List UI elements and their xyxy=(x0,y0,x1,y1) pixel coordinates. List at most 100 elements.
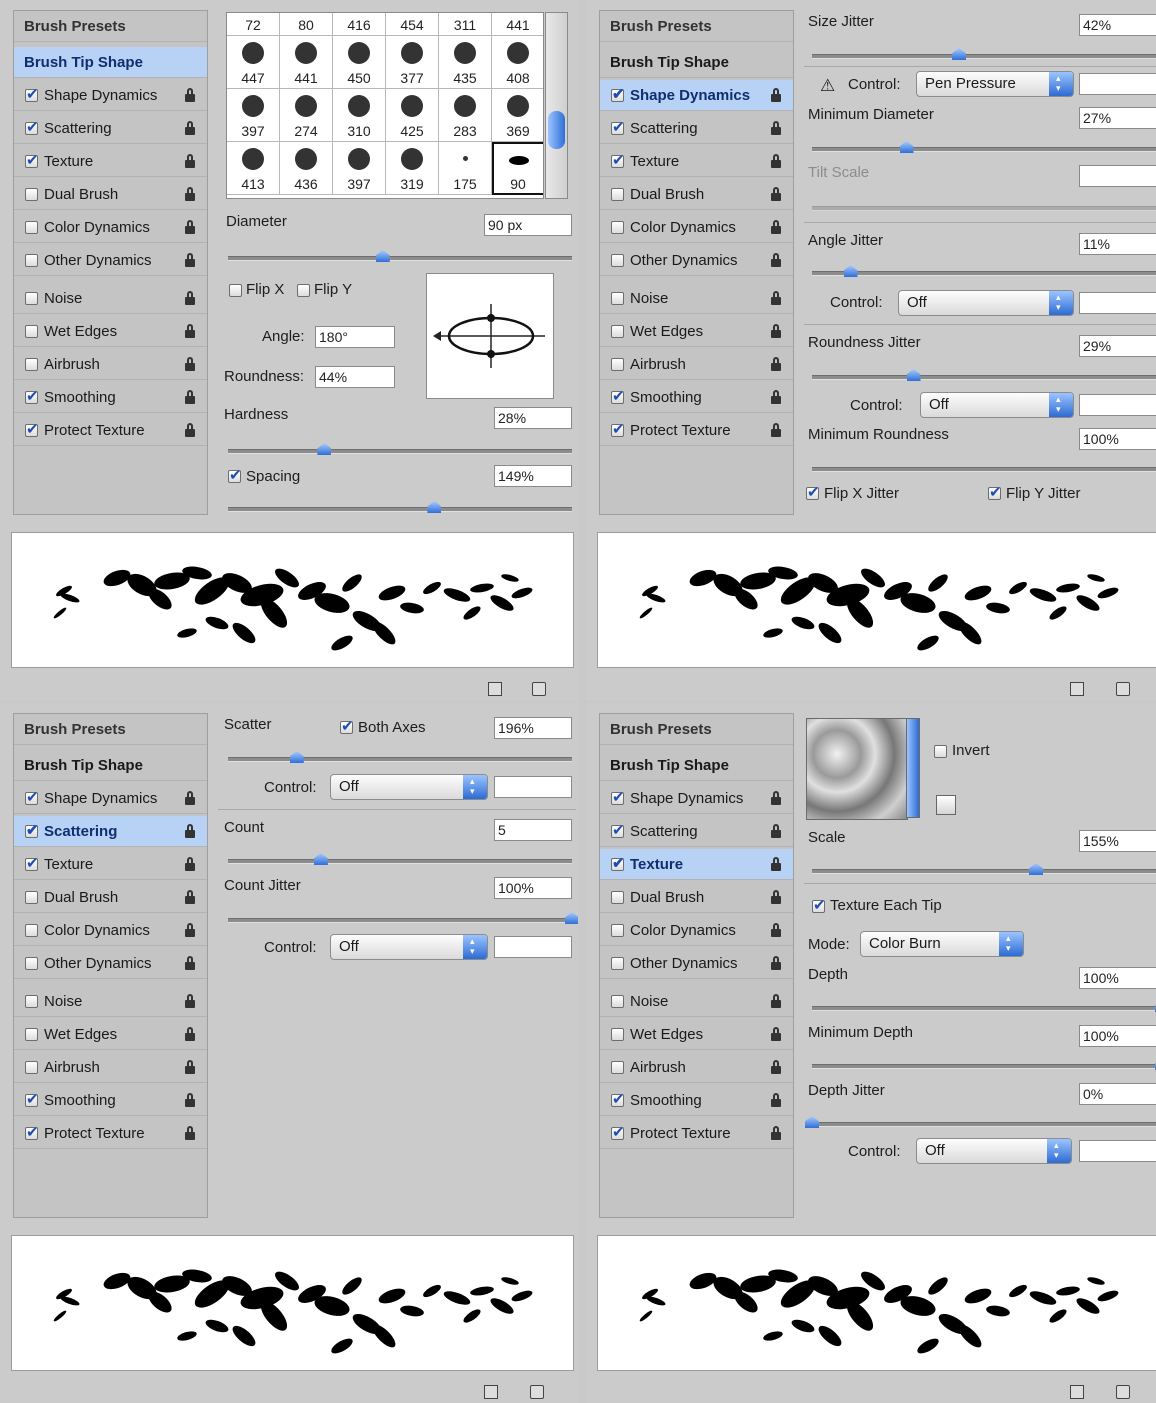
brush-preset-cell[interactable]: 377 xyxy=(386,36,439,89)
brush-preset-cell[interactable]: 311 xyxy=(439,13,492,36)
sidebar-checkbox[interactable] xyxy=(25,923,38,937)
depth-field[interactable]: 100% xyxy=(1079,967,1156,989)
depth-control-field[interactable] xyxy=(1079,1140,1156,1162)
sidebar-checkbox[interactable] xyxy=(25,420,39,438)
sidebar-checkbox[interactable] xyxy=(611,1060,624,1074)
lock-icon[interactable] xyxy=(769,290,783,306)
sidebar-checkbox[interactable] xyxy=(611,85,625,103)
trash-icon[interactable] xyxy=(1116,682,1130,696)
sidebar-item[interactable]: Brush Tip Shape xyxy=(600,750,793,781)
sidebar-item[interactable]: Wet Edges xyxy=(14,1019,207,1050)
sidebar-item[interactable]: Other Dynamics xyxy=(14,948,207,979)
size-jitter-slider[interactable] xyxy=(812,48,1156,60)
texture-pattern-swatch[interactable] xyxy=(806,718,908,820)
sidebar-checkbox[interactable] xyxy=(611,118,625,136)
spacing-knob[interactable] xyxy=(427,501,442,513)
sidebar-item[interactable]: Other Dynamics xyxy=(600,245,793,276)
sidebar-item[interactable]: Noise xyxy=(14,986,207,1017)
mode-select[interactable]: Color Burn xyxy=(860,931,1024,957)
sidebar-checkbox[interactable] xyxy=(611,854,625,872)
hardness-knob[interactable] xyxy=(317,443,332,455)
min-roundness-slider[interactable] xyxy=(812,467,1156,472)
sidebar-checkbox[interactable] xyxy=(25,357,38,371)
sidebar-item[interactable]: Noise xyxy=(600,986,793,1017)
lock-icon[interactable] xyxy=(769,993,783,1009)
tilt-scale-field[interactable] xyxy=(1079,165,1156,187)
lock-icon[interactable] xyxy=(183,922,197,938)
lock-icon[interactable] xyxy=(183,87,197,103)
lock-icon[interactable] xyxy=(769,87,783,103)
sidebar-checkbox[interactable] xyxy=(25,788,39,806)
size-jitter-field[interactable]: 42% xyxy=(1079,14,1156,36)
lock-icon[interactable] xyxy=(769,955,783,971)
brush-preset-cell[interactable]: 425 xyxy=(386,89,439,142)
trash-icon[interactable] xyxy=(532,682,546,696)
sidebar-item[interactable]: Shape Dynamics xyxy=(600,783,793,814)
brush-presets-tab[interactable]: Brush Presets xyxy=(14,714,207,745)
count-jitter-field[interactable]: 100% xyxy=(494,877,572,899)
size-control-field[interactable] xyxy=(1079,73,1156,95)
size-control-select[interactable]: Pen Pressure xyxy=(916,71,1074,97)
scatter-field[interactable]: 196% xyxy=(494,717,572,739)
sidebar-item[interactable]: Dual Brush xyxy=(600,882,793,913)
sidebar-item[interactable]: Smoothing xyxy=(14,382,207,413)
sidebar-item[interactable]: Protect Texture xyxy=(600,1118,793,1149)
brush-preset-cell[interactable]: 441 xyxy=(280,36,333,89)
angle-field[interactable]: 180° xyxy=(315,326,395,348)
sidebar-item[interactable]: Scattering xyxy=(600,113,793,144)
sidebar-checkbox[interactable] xyxy=(611,357,624,371)
min-diameter-slider[interactable] xyxy=(812,141,1156,153)
sidebar-item[interactable]: Shape Dynamics xyxy=(600,80,793,111)
lock-icon[interactable] xyxy=(769,922,783,938)
angle-roundness-widget[interactable] xyxy=(426,273,554,399)
brush-preset-cell[interactable]: 283 xyxy=(439,89,492,142)
sidebar-checkbox[interactable] xyxy=(611,890,624,904)
spacing-field[interactable]: 149% xyxy=(494,465,572,487)
sidebar-item[interactable]: Airbrush xyxy=(14,349,207,380)
sidebar-checkbox[interactable] xyxy=(611,420,625,438)
sidebar-checkbox[interactable] xyxy=(25,1060,38,1074)
diameter-slider[interactable] xyxy=(228,250,572,262)
scatter-slider[interactable] xyxy=(228,751,572,763)
lock-icon[interactable] xyxy=(769,823,783,839)
lock-icon[interactable] xyxy=(183,219,197,235)
sidebar-checkbox[interactable] xyxy=(611,1123,625,1141)
sidebar-item[interactable]: Smoothing xyxy=(14,1085,207,1116)
sidebar-checkbox[interactable] xyxy=(611,187,624,201)
scatter-knob[interactable] xyxy=(289,751,304,763)
sidebar-item[interactable]: Smoothing xyxy=(600,1085,793,1116)
lock-icon[interactable] xyxy=(183,1125,197,1141)
depth-jitter-field[interactable]: 0% xyxy=(1079,1083,1156,1105)
min-roundness-field[interactable]: 100% xyxy=(1079,428,1156,450)
diameter-knob[interactable] xyxy=(375,250,390,262)
lock-icon[interactable] xyxy=(769,422,783,438)
texture-each-tip-checkbox[interactable] xyxy=(812,896,826,914)
trash-icon[interactable] xyxy=(530,1385,544,1399)
sidebar-item[interactable]: Texture xyxy=(14,146,207,177)
flip-y-jitter-checkbox[interactable] xyxy=(988,483,1002,501)
sidebar-item[interactable]: Brush Tip Shape xyxy=(600,47,793,78)
sidebar-checkbox[interactable] xyxy=(25,151,39,169)
lock-icon[interactable] xyxy=(769,252,783,268)
diameter-field[interactable]: 90 px xyxy=(484,214,572,236)
roundness-control-field[interactable] xyxy=(1079,394,1156,416)
brush-preset-cell[interactable]: 175 xyxy=(439,142,492,195)
spacing-checkbox[interactable] xyxy=(228,466,242,484)
lock-icon[interactable] xyxy=(769,389,783,405)
sidebar-item[interactable]: Color Dynamics xyxy=(14,212,207,243)
sidebar-checkbox[interactable] xyxy=(611,1027,624,1041)
sidebar-checkbox[interactable] xyxy=(25,253,38,267)
brush-preset-cell[interactable]: 416 xyxy=(333,13,386,36)
sidebar-checkbox[interactable] xyxy=(25,854,39,872)
sidebar-checkbox[interactable] xyxy=(25,220,38,234)
sidebar-checkbox[interactable] xyxy=(611,220,624,234)
lock-icon[interactable] xyxy=(769,153,783,169)
sidebar-checkbox[interactable] xyxy=(611,1090,625,1108)
lock-icon[interactable] xyxy=(769,120,783,136)
brush-preset-cell[interactable]: 454 xyxy=(386,13,439,36)
min-diameter-knob[interactable] xyxy=(899,141,914,153)
lock-icon[interactable] xyxy=(769,1059,783,1075)
sidebar-checkbox[interactable] xyxy=(611,324,624,338)
depth-control-select[interactable]: Off xyxy=(916,1138,1072,1164)
lock-icon[interactable] xyxy=(183,120,197,136)
